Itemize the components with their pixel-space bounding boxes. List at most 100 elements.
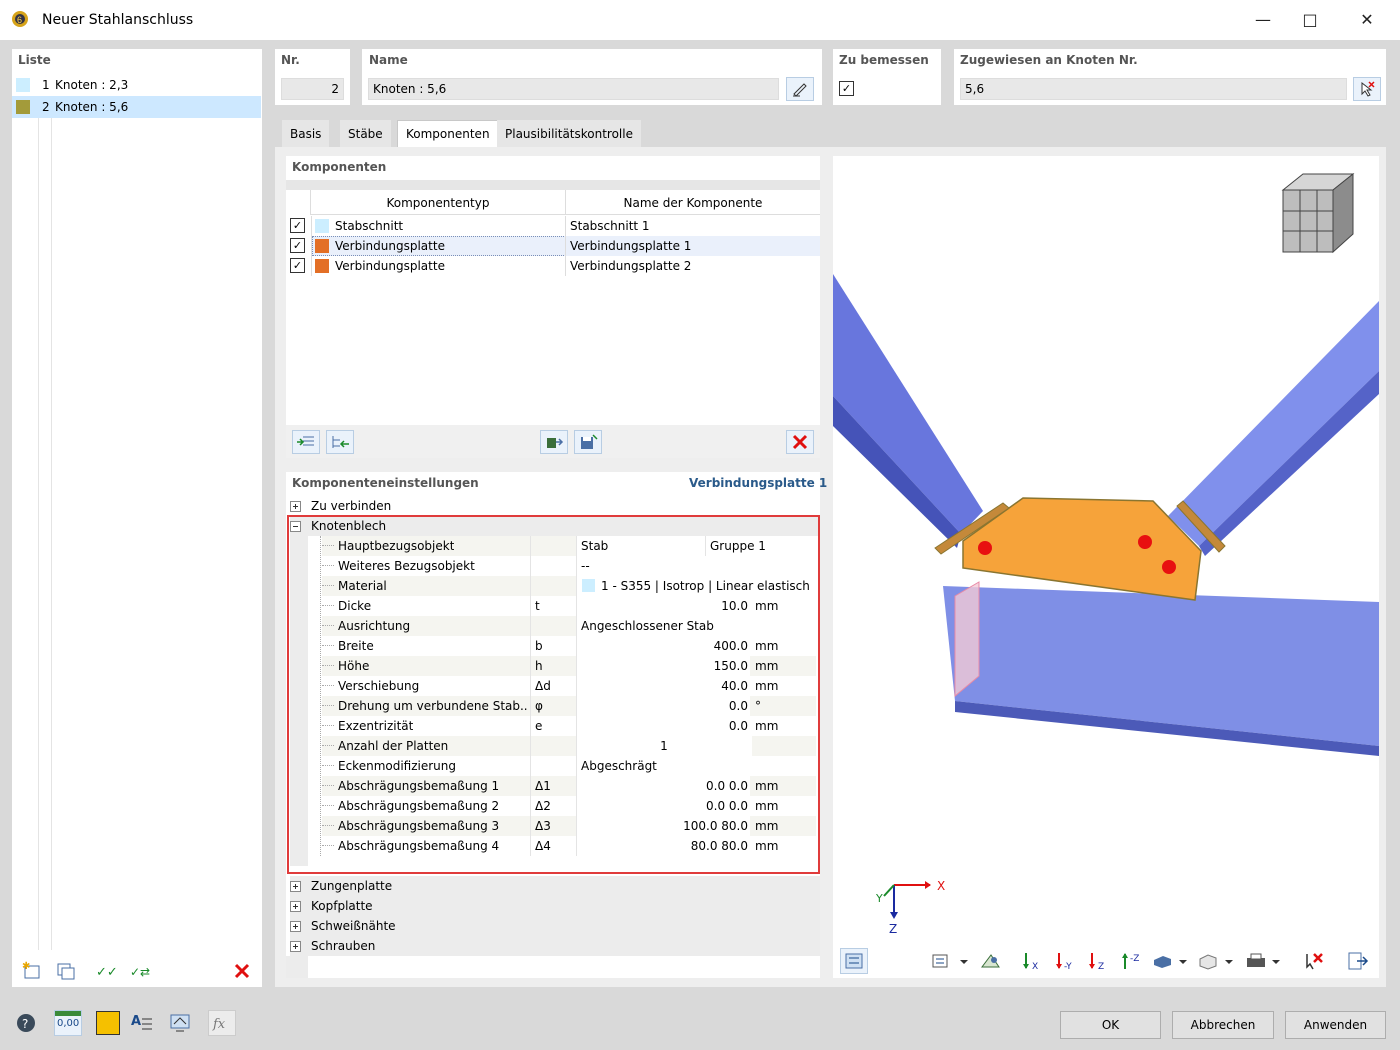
- toggle-check-icon[interactable]: ✓⇄: [126, 959, 154, 983]
- tab-basis[interactable]: Basis: [282, 120, 330, 147]
- bemessen-checkbox[interactable]: ✓: [839, 81, 854, 96]
- insert-before-icon[interactable]: [292, 430, 320, 454]
- cell-name: Verbindungsplatte 1: [570, 239, 692, 253]
- col-name: Name der Komponente: [623, 195, 763, 210]
- tab-komponenten[interactable]: Komponenten: [397, 120, 499, 147]
- section-label: Zu verbinden: [311, 499, 392, 513]
- svg-text:-Y: -Y: [1064, 962, 1072, 971]
- nr-label: Nr.: [281, 53, 300, 67]
- view-minus-y-icon[interactable]: -Y: [1051, 948, 1079, 974]
- view-model-icon[interactable]: [166, 1010, 194, 1036]
- list-item-label: Knoten : 5,6: [55, 100, 129, 114]
- expand-icon[interactable]: [290, 880, 301, 892]
- view-z-icon[interactable]: Z: [1084, 948, 1112, 974]
- view-x-icon[interactable]: X: [1018, 948, 1046, 974]
- nr-field[interactable]: 2: [281, 78, 344, 100]
- section-kopfplatte[interactable]: Kopfplatte: [290, 896, 820, 916]
- delete-item-icon[interactable]: [228, 959, 256, 983]
- table-row[interactable]: ✓ Stabschnitt Stabschnitt 1: [286, 216, 820, 236]
- cell-name: Verbindungsplatte 2: [570, 259, 692, 273]
- formula-icon[interactable]: fx: [208, 1010, 236, 1036]
- expand-icon[interactable]: [290, 920, 301, 932]
- color-swatch: [16, 78, 30, 92]
- svg-text:6: 6: [17, 15, 22, 25]
- svg-text:?: ?: [22, 1017, 28, 1031]
- svg-text:✓✓: ✓✓: [96, 965, 118, 980]
- expand-icon[interactable]: [290, 900, 301, 912]
- name-field[interactable]: Knoten : 5,6: [368, 78, 779, 100]
- view-settings-icon[interactable]: [840, 948, 868, 974]
- expand-icon[interactable]: [290, 940, 301, 952]
- axis-y-label: Y: [876, 892, 883, 905]
- maximize-button[interactable]: □: [1287, 0, 1333, 38]
- ok-button[interactable]: OK: [1060, 1011, 1161, 1039]
- komponenten-header: Komponenten: [292, 160, 387, 174]
- section-label: Zungenplatte: [311, 879, 393, 893]
- color-icon[interactable]: [96, 1011, 120, 1035]
- render-mode-dropdown[interactable]: [1150, 948, 1192, 974]
- svg-text:-Z: -Z: [1130, 954, 1139, 964]
- section-label: Schrauben: [311, 939, 376, 953]
- svg-text:fx: fx: [212, 1017, 226, 1032]
- copy-item-icon[interactable]: [52, 959, 80, 983]
- section-schrauben[interactable]: Schrauben: [290, 936, 820, 956]
- svg-text:✱: ✱: [22, 961, 30, 972]
- check-all-icon[interactable]: ✓✓: [92, 959, 120, 983]
- select-node-icon[interactable]: [1353, 77, 1381, 101]
- section-schweissnaehte[interactable]: Schweißnähte: [290, 916, 820, 936]
- delete-component-icon[interactable]: [786, 430, 814, 454]
- color-swatch: [315, 219, 329, 233]
- color-swatch: [16, 100, 30, 114]
- cell-typ: Verbindungsplatte: [335, 259, 445, 273]
- expand-icon[interactable]: [290, 500, 301, 512]
- tree-line: [38, 118, 39, 950]
- tab-plausibilitaetskontrolle[interactable]: Plausibilitätskontrolle: [497, 120, 641, 147]
- liste-panel: [12, 49, 262, 987]
- name-label: Name: [369, 53, 408, 67]
- close-button[interactable]: ✕: [1344, 0, 1390, 38]
- number-format-icon[interactable]: 0,00: [54, 1010, 82, 1036]
- table-header: Komponententyp Name der Komponente: [310, 190, 820, 215]
- list-item-nr: 1: [42, 78, 50, 92]
- value-icon-text: 0,00: [57, 1018, 80, 1029]
- table-row[interactable]: ✓ Verbindungsplatte Verbindungsplatte 1: [286, 236, 820, 256]
- app-icon: 6: [10, 9, 30, 29]
- model-view[interactable]: [833, 156, 1379, 978]
- save-icon[interactable]: [574, 430, 602, 454]
- apply-button[interactable]: Anwenden: [1285, 1011, 1386, 1039]
- section-label: Kopfplatte: [311, 899, 373, 913]
- visibility-icon[interactable]: [977, 948, 1005, 974]
- row-checkbox[interactable]: ✓: [290, 258, 305, 273]
- list-item[interactable]: 1 Knoten : 2,3: [12, 74, 261, 96]
- tab-staebe[interactable]: Stäbe: [340, 120, 391, 147]
- svg-text:A: A: [131, 1014, 141, 1029]
- list-item-nr: 2: [42, 100, 50, 114]
- reset-view-icon[interactable]: [1300, 948, 1328, 974]
- edit-name-icon[interactable]: [786, 77, 814, 101]
- svg-text:Z: Z: [1098, 962, 1104, 971]
- section-zu-verbinden[interactable]: Zu verbinden: [290, 496, 820, 516]
- text-format-icon[interactable]: A: [128, 1010, 156, 1036]
- new-item-icon[interactable]: ✱: [18, 959, 46, 983]
- window-title: Neuer Stahlanschluss: [42, 12, 194, 28]
- axes-indicator: X Y Z: [870, 872, 950, 937]
- table-row[interactable]: ✓ Verbindungsplatte Verbindungsplatte 2: [286, 256, 820, 276]
- cancel-button[interactable]: Abbrechen: [1172, 1011, 1274, 1039]
- display-dropdown[interactable]: [1196, 948, 1238, 974]
- insert-after-icon[interactable]: [326, 430, 354, 454]
- section-zungenplatte[interactable]: Zungenplatte: [290, 876, 820, 896]
- import-icon[interactable]: [540, 430, 568, 454]
- list-item[interactable]: 2 Knoten : 5,6: [12, 96, 261, 118]
- exit-view-icon[interactable]: [1343, 948, 1371, 974]
- color-swatch: [315, 239, 329, 253]
- row-checkbox[interactable]: ✓: [290, 238, 305, 253]
- zugewiesen-field[interactable]: 5,6: [960, 78, 1347, 100]
- col-divider: [565, 216, 566, 276]
- help-icon[interactable]: ?: [12, 1010, 40, 1036]
- filter-dropdown[interactable]: [928, 948, 972, 974]
- view-minus-z-icon[interactable]: -Z: [1117, 948, 1145, 974]
- minimize-button[interactable]: —: [1240, 0, 1286, 38]
- title-bar: [0, 0, 1400, 40]
- row-checkbox[interactable]: ✓: [290, 218, 305, 233]
- print-dropdown[interactable]: [1243, 948, 1285, 974]
